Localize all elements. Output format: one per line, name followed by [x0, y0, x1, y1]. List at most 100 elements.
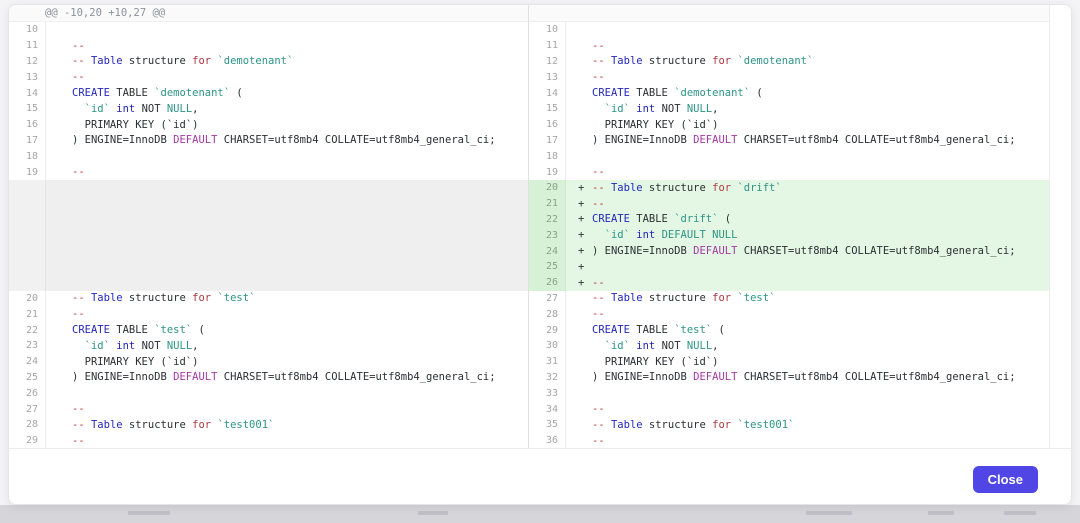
- code-token: --: [592, 182, 605, 194]
- line-number: 22: [9, 322, 46, 338]
- code-line: [46, 385, 528, 401]
- diff-row: 15 `id` int NOT NULL,: [529, 101, 1049, 117]
- code-token: Table: [91, 419, 123, 431]
- code-line: --: [46, 38, 528, 54]
- diff-row: 35-- Table structure for `test001`: [529, 417, 1049, 433]
- code-token: --: [72, 419, 85, 431]
- code-token: PRIMARY KEY (`id`): [72, 356, 198, 368]
- hunk-header-text: @@ -10,20 +10,27 @@: [45, 7, 165, 19]
- code-line: +--: [566, 196, 1049, 212]
- diff-row: 29 --: [9, 433, 528, 448]
- code-line: [46, 22, 528, 38]
- code-token: CHARSET=utf8mb4 COLLATE=utf8mb4_general_…: [217, 134, 495, 146]
- code-line: [566, 22, 1049, 38]
- line-number: 16: [9, 117, 46, 133]
- line-number: 24: [529, 243, 566, 259]
- diff-marker: +: [578, 245, 592, 257]
- code-token: ,: [712, 103, 718, 115]
- code-token: CHARSET=utf8mb4 COLLATE=utf8mb4_general_…: [217, 371, 495, 383]
- code-token: PRIMARY KEY (`id`): [592, 356, 718, 368]
- code-line: [46, 180, 528, 291]
- line-number: 35: [529, 417, 566, 433]
- code-token: ,: [192, 340, 198, 352]
- code-token: --: [592, 435, 605, 447]
- line-number: 29: [9, 433, 46, 448]
- diff-row: 23+ `id` int DEFAULT NULL: [529, 227, 1049, 243]
- line-number: 13: [529, 69, 566, 85]
- code-line: CREATE TABLE `demotenant` (: [46, 85, 528, 101]
- code-token: `demotenant`: [154, 87, 230, 99]
- code-line: +-- Table structure for `drift`: [566, 180, 1049, 196]
- line-number: 32: [529, 370, 566, 386]
- line-number: 25: [529, 259, 566, 275]
- code-line: -- Table structure for `test001`: [46, 417, 528, 433]
- diff-row: 20-- Table structure for `test`: [9, 291, 528, 307]
- code-token: CREATE: [592, 213, 630, 225]
- code-token: Table: [611, 55, 643, 67]
- diff-marker: +: [578, 261, 592, 273]
- code-token: NOT: [135, 340, 167, 352]
- code-line: `id` int NOT NULL,: [46, 338, 528, 354]
- line-number: 29: [529, 322, 566, 338]
- code-token: DEFAULT: [173, 134, 217, 146]
- close-button[interactable]: Close: [973, 466, 1038, 493]
- code-token: `demotenant`: [217, 55, 293, 67]
- code-token: for: [192, 55, 211, 67]
- code-token: ,: [712, 340, 718, 352]
- code-token: [72, 340, 85, 352]
- diff-row: 22+CREATE TABLE `drift` (: [529, 212, 1049, 228]
- code-token: structure: [123, 55, 193, 67]
- code-token: TABLE: [630, 324, 674, 336]
- diff-row: 10: [9, 22, 528, 38]
- code-token: --: [592, 308, 605, 320]
- code-token: `test`: [674, 324, 712, 336]
- code-line: --: [566, 69, 1049, 85]
- code-token: TABLE: [110, 324, 154, 336]
- code-token: CREATE: [72, 324, 110, 336]
- code-line: --: [46, 69, 528, 85]
- background-text-remnant: [1004, 511, 1036, 515]
- diff-row: 21+--: [529, 196, 1049, 212]
- code-token: structure: [123, 419, 193, 431]
- code-token: --: [72, 435, 85, 447]
- code-token: (: [750, 87, 763, 99]
- code-token: --: [592, 419, 605, 431]
- code-line: PRIMARY KEY (`id`): [566, 354, 1049, 370]
- scrollbar-track[interactable]: [1050, 5, 1071, 448]
- diff-marker: +: [578, 229, 592, 241]
- line-number: 15: [529, 101, 566, 117]
- diff-marker: +: [578, 198, 592, 210]
- line-number: 34: [529, 401, 566, 417]
- line-number: 10: [9, 22, 46, 38]
- code-token: `test`: [154, 324, 192, 336]
- hunk-header: @@ -10,20 +10,27 @@: [9, 5, 528, 22]
- diff-row: 32) ENGINE=InnoDB DEFAULT CHARSET=utf8mb…: [529, 370, 1049, 386]
- diff-split-view: @@ -10,20 +10,27 @@ 1011--12-- Table str…: [9, 5, 1050, 448]
- code-token: int: [636, 229, 655, 241]
- line-number: 18: [529, 148, 566, 164]
- line-number: 36: [529, 433, 566, 448]
- code-line: `id` int NOT NULL,: [46, 101, 528, 117]
- code-line: --: [566, 164, 1049, 180]
- code-line: --: [566, 306, 1049, 322]
- background-text-remnant: [128, 511, 170, 515]
- code-token: NOT: [655, 103, 687, 115]
- code-token: `demotenant`: [674, 87, 750, 99]
- code-token: for: [712, 419, 731, 431]
- diff-row: 28--: [529, 306, 1049, 322]
- code-token: ) ENGINE=InnoDB: [72, 371, 173, 383]
- code-token: PRIMARY KEY (`id`): [72, 119, 198, 131]
- diff-marker: +: [578, 277, 592, 289]
- code-token: [72, 103, 85, 115]
- code-token: `test001`: [737, 419, 794, 431]
- diff-row: 10: [529, 22, 1049, 38]
- code-token: int: [636, 340, 655, 352]
- code-line: `id` int NOT NULL,: [566, 338, 1049, 354]
- code-line: +: [566, 259, 1049, 275]
- background-text-remnant: [928, 511, 954, 515]
- diff-row: 16 PRIMARY KEY (`id`): [529, 117, 1049, 133]
- code-token: CREATE: [72, 87, 110, 99]
- diff-row: 19--: [529, 164, 1049, 180]
- code-token: `test`: [217, 292, 255, 304]
- diff-viewer: @@ -10,20 +10,27 @@ 1011--12-- Table str…: [9, 5, 1071, 449]
